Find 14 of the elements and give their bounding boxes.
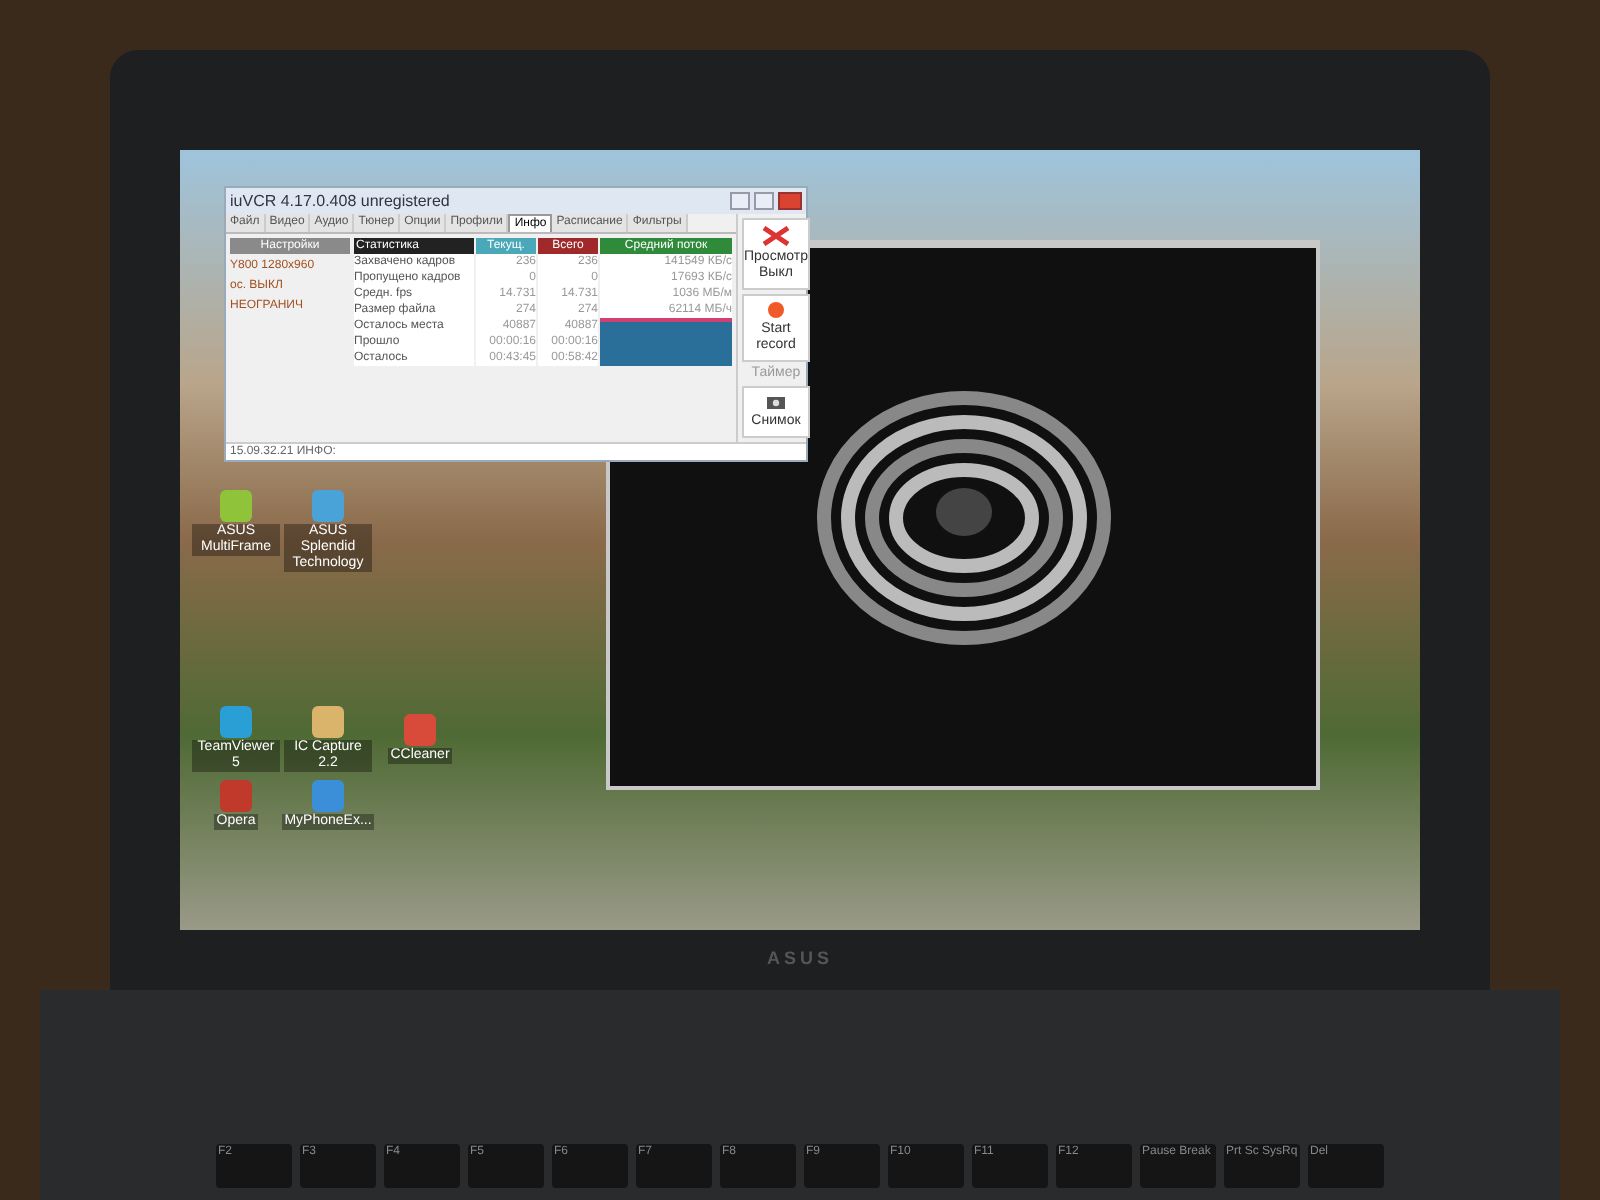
shortcut-icon[interactable] (404, 714, 436, 746)
shortcut-icon[interactable] (312, 490, 344, 522)
camera-icon (765, 394, 786, 410)
window-title: iuVCR 4.17.0.408 unregistered (230, 193, 452, 209)
minimize-button[interactable] (730, 192, 750, 210)
shortcut-icon[interactable] (220, 780, 252, 812)
cpu-graph (600, 318, 732, 366)
maximize-button[interactable] (754, 192, 774, 210)
shortcut-icon[interactable] (312, 706, 344, 738)
shortcut-icon[interactable] (220, 490, 252, 522)
shortcut-icon[interactable] (220, 706, 252, 738)
close-button[interactable] (778, 192, 802, 210)
shortcut-icon[interactable] (312, 780, 344, 812)
x-mark-icon (761, 226, 790, 246)
